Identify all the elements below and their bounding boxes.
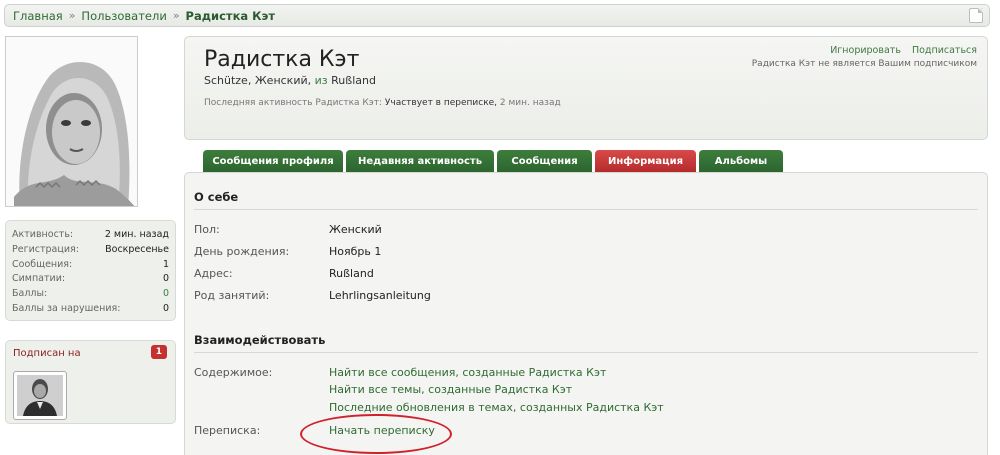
stat-points: Баллы: 0 <box>12 287 169 302</box>
stat-registration: Регистрация: Воскресенье <box>12 243 169 258</box>
stat-warning-points: Баллы за нарушения: 0 <box>12 302 169 317</box>
stat-label: Баллы: <box>12 288 48 300</box>
follow-status-note: Радистка Кэт не является Вашим подписчик… <box>751 59 977 69</box>
breadcrumb-separator: » <box>172 9 180 22</box>
content-label: Содержимое: <box>194 366 273 379</box>
about-heading: О себе <box>194 190 239 204</box>
user-gender: Женский <box>254 74 308 87</box>
profile-user-info: Schütze, Женский, из Rußland <box>204 74 376 87</box>
profile-avatar[interactable] <box>5 36 138 207</box>
follow-link[interactable]: Подписаться <box>912 45 977 56</box>
gender-label: Пол: <box>194 223 220 236</box>
following-box: Подписан на 1 <box>5 340 176 424</box>
location-value: Rußland <box>329 267 374 280</box>
breadcrumb-separator: » <box>68 9 76 22</box>
user-from-label: из <box>314 74 328 87</box>
profile-header: Радистка Кэт Schütze, Женский, из Rußlan… <box>184 36 988 140</box>
section-divider <box>194 352 978 353</box>
recent-thread-updates-link[interactable]: Последние обновления в темах, созданных … <box>329 401 664 414</box>
conversation-label: Переписка: <box>194 424 261 437</box>
gender-value: Женский <box>329 223 382 236</box>
stat-label: Сообщения: <box>12 258 73 270</box>
stat-value: 2 мин. назад <box>104 229 169 240</box>
occupation-label: Род занятий: <box>194 289 270 302</box>
birthday-value: Ноябрь 1 <box>329 245 382 258</box>
profile-actions: Игнорировать Подписаться Радистка Кэт не… <box>752 45 977 69</box>
following-count-badge: 1 <box>150 345 167 359</box>
stat-likes: Симпатии: 0 <box>12 272 169 287</box>
section-divider <box>194 209 978 210</box>
user-title: Schütze <box>204 74 248 87</box>
occupation-value: Lehrlingsanleitung <box>329 289 431 302</box>
stat-activity: Активность: 2 мин. назад <box>12 228 169 243</box>
user-location[interactable]: Rußland <box>331 74 376 87</box>
following-avatar-photo <box>17 375 63 416</box>
last-activity-action: Участвует в переписке, <box>384 98 498 108</box>
interact-heading: Взаимодействовать <box>194 333 326 347</box>
profile-username: Радистка Кэт <box>204 47 360 72</box>
stat-value: 0 <box>162 273 169 285</box>
avatar-photo <box>6 37 137 206</box>
last-activity: Последняя активность Радистка Кэт: Участ… <box>204 98 561 108</box>
stat-label: Симпатии: <box>12 273 66 285</box>
following-title[interactable]: Подписан на <box>13 348 81 359</box>
tab-albums[interactable]: Альбомы <box>699 150 783 172</box>
breadcrumb-users[interactable]: Пользователи <box>81 9 166 23</box>
breadcrumb: Главная » Пользователи » Радистка Кэт <box>4 4 990 27</box>
stat-messages: Сообщения: 1 <box>12 258 169 273</box>
stat-value: Воскресенье <box>105 243 169 255</box>
stat-label: Активность: <box>12 229 74 240</box>
tab-profile-posts[interactable]: Сообщения профиля <box>203 150 343 172</box>
profile-action-links: Игнорировать Подписаться <box>752 45 977 56</box>
following-user-avatar[interactable] <box>13 371 67 420</box>
information-panel: О себе Пол: Женский День рождения: Ноябр… <box>184 172 988 455</box>
tab-messages[interactable]: Сообщения <box>497 150 592 172</box>
birthday-label: День рождения: <box>194 245 290 258</box>
breadcrumb-current[interactable]: Радистка Кэт <box>186 9 275 23</box>
stat-value[interactable]: 0 <box>163 287 169 302</box>
stat-value: 1 <box>162 258 169 270</box>
find-all-threads-link[interactable]: Найти все темы, созданные Радистка Кэт <box>329 383 572 396</box>
stat-label: Регистрация: <box>12 243 79 255</box>
member-stats: Активность: 2 мин. назад Регистрация: Во… <box>5 220 176 321</box>
last-activity-time: 2 мин. назад <box>499 98 561 108</box>
stat-value: 0 <box>162 302 169 314</box>
find-all-posts-link[interactable]: Найти все сообщения, созданные Радистка … <box>329 366 606 379</box>
tab-recent-activity[interactable]: Недавняя активность <box>346 150 494 172</box>
stat-label: Баллы за нарушения: <box>12 302 121 314</box>
location-label: Адрес: <box>194 267 233 280</box>
profile-tabs: Сообщения профиля Недавняя активность Со… <box>203 150 783 172</box>
document-icon[interactable] <box>969 8 983 23</box>
tab-information[interactable]: Информация <box>595 150 696 172</box>
ignore-link[interactable]: Игнорировать <box>830 45 901 56</box>
breadcrumb-home[interactable]: Главная <box>13 9 63 23</box>
last-activity-label: Последняя активность Радистка Кэт: <box>204 98 383 108</box>
start-conversation-link[interactable]: Начать переписку <box>329 424 435 437</box>
